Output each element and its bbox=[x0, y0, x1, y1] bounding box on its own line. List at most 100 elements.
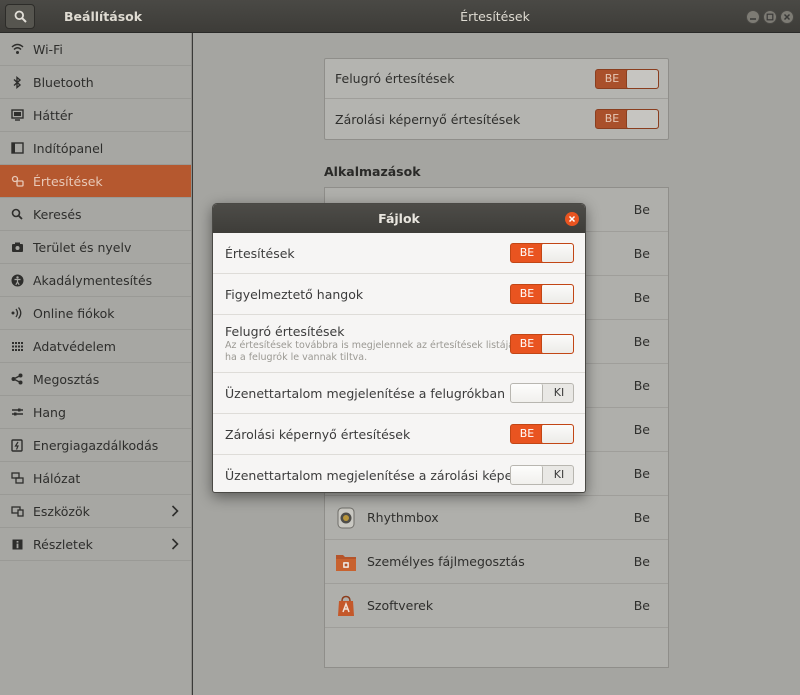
sidebar-item-label: Energiagazdálkodás bbox=[33, 437, 159, 453]
app-state: Be bbox=[633, 334, 650, 349]
sidebar-item-bluetooth[interactable]: Bluetooth bbox=[0, 66, 191, 99]
sidebar: Wi-Fi Bluetooth Háttér Indítópanel Értes… bbox=[0, 33, 192, 695]
app-state: Be bbox=[633, 510, 650, 525]
dialog-close-button[interactable] bbox=[565, 212, 579, 226]
sound-icon bbox=[10, 405, 24, 419]
lock-screen-content-switch[interactable]: KI bbox=[510, 465, 574, 485]
lock-screen-switch[interactable]: BE bbox=[510, 424, 574, 444]
popup-content-switch[interactable]: KI bbox=[510, 383, 574, 403]
dialog-row-popups[interactable]: Felugró értesítések Az értesítések továb… bbox=[213, 315, 585, 373]
sidebar-item-label: Részletek bbox=[33, 536, 93, 552]
dialog-row-lock-screen-content[interactable]: Üzenettartalom megjelenítése a zárolási … bbox=[213, 455, 585, 492]
list-item[interactable]: Szoftverek Be bbox=[325, 584, 668, 628]
sidebar-item-notifications[interactable]: Értesítések bbox=[0, 165, 191, 198]
close-icon bbox=[568, 215, 576, 223]
lock-screen-notifications-row[interactable]: Zárolási képernyő értesítések BE bbox=[325, 99, 668, 139]
alert-sounds-switch[interactable]: BE bbox=[510, 284, 574, 304]
dialog-row-popup-content[interactable]: Üzenettartalom megjelenítése a felugrókb… bbox=[213, 373, 585, 414]
dialog-row-alert-sounds[interactable]: Figyelmeztető hangok BE bbox=[213, 274, 585, 315]
list-item[interactable]: Személyes fájlmegosztás Be bbox=[325, 540, 668, 584]
sidebar-item-label: Megosztás bbox=[33, 371, 100, 387]
app-state: Be bbox=[633, 554, 650, 569]
row-description-line: ha a felugrók le vannak tiltva. bbox=[225, 351, 368, 363]
sidebar-item-label: Értesítések bbox=[33, 173, 103, 189]
sidebar-item-label: Hálózat bbox=[33, 470, 81, 486]
rhythmbox-icon bbox=[335, 507, 357, 529]
sidebar-item-label: Wi-Fi bbox=[33, 41, 63, 57]
switch-knob bbox=[541, 425, 573, 443]
applications-heading: Alkalmazások bbox=[324, 164, 421, 179]
bluetooth-icon bbox=[10, 75, 24, 89]
sidebar-item-search[interactable]: Keresés bbox=[0, 198, 191, 231]
sidebar-item-dock[interactable]: Indítópanel bbox=[0, 132, 191, 165]
app-state: Be bbox=[633, 598, 650, 613]
sidebar-item-label: Eszközök bbox=[33, 503, 90, 519]
lock-screen-notifications-label: Zárolási képernyő értesítések bbox=[335, 111, 521, 127]
sidebar-item-region[interactable]: Terület és nyelv bbox=[0, 231, 191, 264]
devices-icon bbox=[10, 504, 24, 518]
app-state: Be bbox=[633, 422, 650, 437]
popups-switch[interactable]: BE bbox=[510, 334, 574, 354]
sidebar-item-wifi[interactable]: Wi-Fi bbox=[0, 33, 191, 66]
sidebar-item-background[interactable]: Háttér bbox=[0, 99, 191, 132]
sidebar-item-details[interactable]: Részletek bbox=[0, 528, 191, 561]
switch-knob bbox=[541, 244, 573, 262]
dialog-row-notifications[interactable]: Értesítések BE bbox=[213, 233, 585, 274]
popup-notifications-row[interactable]: Felugró értesítések BE bbox=[325, 59, 668, 99]
popup-notifications-switch[interactable]: BE bbox=[595, 69, 659, 89]
list-item[interactable]: Rhythmbox Be bbox=[325, 496, 668, 540]
app-state: Be bbox=[633, 290, 650, 305]
dock-icon bbox=[10, 141, 24, 155]
sidebar-item-accessibility[interactable]: Akadálymentesítés bbox=[0, 264, 191, 297]
popup-notifications-label: Felugró értesítések bbox=[335, 71, 455, 86]
background-icon bbox=[10, 108, 24, 122]
sidebar-item-label: Háttér bbox=[33, 107, 73, 123]
sidebar-item-sound[interactable]: Hang bbox=[0, 396, 191, 429]
sidebar-item-power[interactable]: Energiagazdálkodás bbox=[0, 429, 191, 462]
sidebar-item-label: Keresés bbox=[33, 206, 82, 222]
app-notifications-dialog: Fájlok Értesítések BE Figyelmeztető hang… bbox=[212, 203, 586, 493]
sidebar-item-label: Bluetooth bbox=[33, 74, 94, 90]
sidebar-item-label: Terület és nyelv bbox=[33, 239, 132, 255]
maximize-button[interactable] bbox=[763, 10, 777, 24]
notifications-switch[interactable]: BE bbox=[510, 243, 574, 263]
switch-state: BE bbox=[604, 112, 620, 125]
power-icon bbox=[10, 438, 24, 452]
app-state: Be bbox=[633, 246, 650, 261]
dialog-row-lock-screen[interactable]: Zárolási képernyő értesítések BE bbox=[213, 414, 585, 455]
sidebar-item-label: Akadálymentesítés bbox=[33, 272, 153, 288]
software-icon bbox=[335, 595, 357, 617]
sidebar-item-label: Online fiókok bbox=[33, 305, 115, 321]
maximize-icon bbox=[766, 13, 774, 21]
switch-knob bbox=[541, 335, 573, 353]
sidebar-item-devices[interactable]: Eszközök bbox=[0, 495, 191, 528]
dialog-title: Fájlok bbox=[378, 211, 420, 226]
dialog-header: Fájlok bbox=[213, 204, 585, 233]
accessibility-icon bbox=[10, 273, 24, 287]
online-accounts-icon bbox=[10, 306, 24, 320]
page-title: Értesítések bbox=[460, 9, 530, 24]
minimize-button[interactable] bbox=[746, 10, 760, 24]
sidebar-item-privacy[interactable]: Adatvédelem bbox=[0, 330, 191, 363]
sidebar-item-network[interactable]: Hálózat bbox=[0, 462, 191, 495]
switch-knob bbox=[511, 466, 543, 484]
search-icon bbox=[10, 207, 24, 221]
close-window-button[interactable] bbox=[780, 10, 794, 24]
details-icon bbox=[10, 537, 24, 551]
sidebar-item-online-accounts[interactable]: Online fiókok bbox=[0, 297, 191, 330]
switch-state: BE bbox=[519, 246, 535, 259]
switch-state: BE bbox=[519, 427, 535, 440]
switch-state: BE bbox=[519, 287, 535, 300]
wifi-icon bbox=[10, 42, 24, 56]
sidebar-item-label: Hang bbox=[33, 404, 66, 420]
app-name: Személyes fájlmegosztás bbox=[367, 554, 525, 569]
app-name: Szoftverek bbox=[367, 598, 434, 613]
lock-screen-notifications-switch[interactable]: BE bbox=[595, 109, 659, 129]
sidebar-item-sharing[interactable]: Megosztás bbox=[0, 363, 191, 396]
privacy-icon bbox=[10, 339, 24, 353]
sidebar-item-label: Indítópanel bbox=[33, 140, 104, 156]
region-icon bbox=[10, 240, 24, 254]
switch-knob bbox=[511, 384, 543, 402]
notifications-icon bbox=[10, 174, 24, 188]
share-icon bbox=[10, 372, 24, 386]
